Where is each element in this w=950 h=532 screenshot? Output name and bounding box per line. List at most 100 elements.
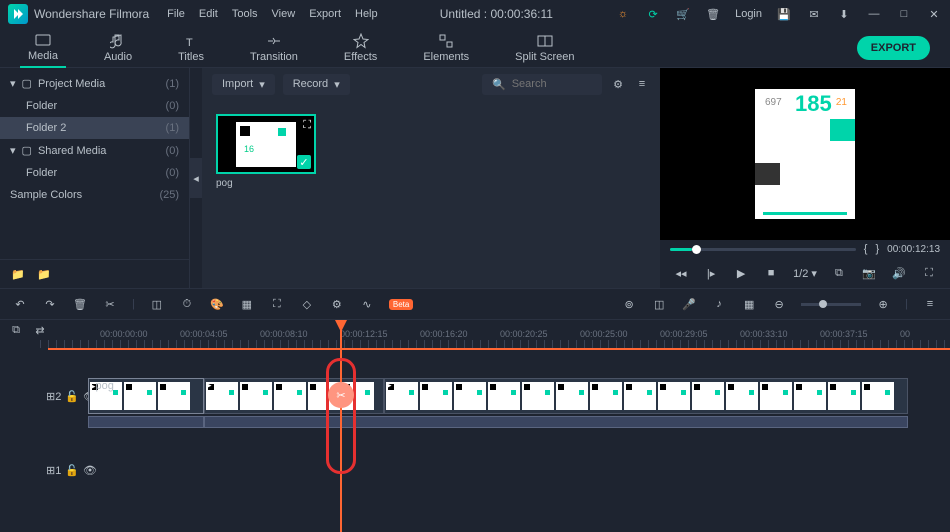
lock-icon[interactable]: 🔓	[65, 388, 79, 404]
chevron-down-icon: ▾	[259, 78, 265, 91]
greenscreen-icon[interactable]: ▦	[239, 296, 255, 312]
music-icon[interactable]: ♪	[711, 296, 727, 312]
media-clip[interactable]: 16 ⛶ ✓ pog	[216, 114, 316, 189]
tab-transition[interactable]: Transition	[242, 29, 306, 67]
media-sidebar: ▾▢Project Media(1) Folder(0) Folder 2(1)…	[0, 68, 190, 288]
step-back-icon[interactable]: |▸	[703, 265, 719, 281]
search-box[interactable]: 🔍	[482, 74, 602, 95]
color-icon[interactable]: 🎨	[209, 296, 225, 312]
zoom-slider[interactable]	[801, 303, 861, 306]
new-folder-icon[interactable]: 📁	[10, 266, 26, 282]
preview-timecode: 00:00:12:13	[887, 244, 940, 255]
menu-tools[interactable]: Tools	[232, 8, 258, 20]
menu-file[interactable]: File	[167, 8, 185, 20]
timeline-clip[interactable]: ▸	[384, 378, 908, 414]
tree-folder[interactable]: Folder(0)	[0, 95, 189, 117]
lock-icon[interactable]: 🔓	[65, 462, 79, 478]
export-button[interactable]: EXPORT	[857, 36, 930, 60]
chevron-down-icon: ▾	[10, 144, 16, 157]
track-settings-icon[interactable]: ≡	[922, 296, 938, 312]
filter-icon[interactable]: ⚙	[610, 76, 626, 92]
trash-icon[interactable]: 🗑	[705, 6, 721, 22]
track-spacer	[40, 350, 950, 376]
tab-split-screen[interactable]: Split Screen	[507, 29, 582, 67]
display-icon[interactable]: ⧉	[831, 265, 847, 281]
login-button[interactable]: Login	[735, 8, 762, 20]
cart-icon[interactable]: 🛒	[675, 6, 691, 22]
preview-canvas[interactable]: 697 185 21	[660, 68, 950, 240]
tab-media[interactable]: Media	[20, 28, 66, 68]
timeline[interactable]: ⧉ ⇄ 00:00:00:00 00:00:04:05 00:00:08:10 …	[0, 320, 950, 532]
prev-frame-icon[interactable]: ◂◂	[673, 265, 689, 281]
tree-folder-2[interactable]: Folder 2(1)	[0, 117, 189, 139]
media-panel: Import▾ Record▾ 🔍 ⚙ ≡ 16 ⛶ ✓ pog	[202, 68, 660, 288]
download-icon[interactable]: ⬇	[836, 6, 852, 22]
tree-shared-media[interactable]: ▾▢Shared Media(0)	[0, 139, 189, 162]
tab-audio[interactable]: Audio	[96, 29, 140, 67]
adjust-icon[interactable]: ⚙	[329, 296, 345, 312]
mixer-icon[interactable]: ⊚	[621, 296, 637, 312]
preview-scrubber[interactable]: { } 00:00:12:13	[660, 240, 950, 258]
search-icon: 🔍	[492, 78, 506, 91]
snapshot-icon[interactable]: 📷	[861, 265, 877, 281]
video-track-2[interactable]: ⊞2🔓👁 ▸pog ▸ ▸	[40, 378, 950, 414]
playback-speed[interactable]: 1/2 ▾	[793, 267, 817, 280]
module-tabs: Media Audio TTitles Transition Effects E…	[0, 28, 950, 68]
menu-help[interactable]: Help	[355, 8, 378, 20]
new-folder-plus-icon[interactable]: 📁	[36, 266, 52, 282]
eye-icon[interactable]: 👁	[83, 462, 97, 478]
minimize-icon[interactable]: —	[866, 6, 882, 22]
view-mode-icon[interactable]: ≡	[634, 76, 650, 92]
audio-track-inline[interactable]	[40, 416, 950, 430]
voiceover-icon[interactable]: 🎤	[681, 296, 697, 312]
marker-icon[interactable]: ◫	[651, 296, 667, 312]
link-icon[interactable]: ⇄	[32, 322, 48, 338]
sidebar-collapse-handle[interactable]: ◂	[190, 158, 202, 198]
play-icon[interactable]: ▶	[733, 265, 749, 281]
zoom-out-icon[interactable]: ⊖	[771, 296, 787, 312]
audio-wave-icon[interactable]: ∿	[359, 296, 375, 312]
stop-icon[interactable]: ■	[763, 265, 779, 281]
redo-icon[interactable]: ↷	[42, 296, 58, 312]
fit-icon[interactable]: ⛶	[269, 296, 285, 312]
record-dropdown[interactable]: Record▾	[283, 74, 350, 95]
menu-export[interactable]: Export	[309, 8, 341, 20]
app-name: Wondershare Filmora	[34, 7, 149, 21]
sun-icon[interactable]: ☼	[615, 6, 631, 22]
video-track-1[interactable]: ⊞1🔓👁	[40, 460, 950, 480]
zoom-in-icon[interactable]: ⊕	[875, 296, 891, 312]
document-title: Untitled : 00:00:36:11	[384, 7, 609, 21]
playhead[interactable]	[340, 320, 342, 532]
tab-effects[interactable]: Effects	[336, 29, 385, 67]
cut-icon[interactable]: ✂	[102, 296, 118, 312]
tree-sample-colors[interactable]: Sample Colors(25)	[0, 184, 189, 206]
keyframe-icon[interactable]: ◇	[299, 296, 315, 312]
search-input[interactable]	[512, 78, 582, 90]
mail-icon[interactable]: ✉	[806, 6, 822, 22]
undo-icon[interactable]: ↶	[12, 296, 28, 312]
magnet-icon[interactable]: ⧉	[8, 322, 24, 338]
menu-view[interactable]: View	[272, 8, 296, 20]
close-icon[interactable]: ✕	[926, 6, 942, 22]
tree-shared-folder[interactable]: Folder(0)	[0, 162, 189, 184]
refresh-icon[interactable]: ⟳	[645, 6, 661, 22]
timeline-clip[interactable]: ▸pog	[88, 378, 204, 414]
fullscreen-icon[interactable]: ⛶	[921, 265, 937, 281]
maximize-icon[interactable]: □	[896, 6, 912, 22]
import-dropdown[interactable]: Import▾	[212, 74, 275, 95]
timeline-clip[interactable]: ▸	[204, 378, 384, 414]
volume-icon[interactable]: 🔊	[891, 265, 907, 281]
check-icon: ✓	[297, 155, 311, 169]
delete-icon[interactable]: 🗑	[72, 296, 88, 312]
tree-project-media[interactable]: ▾▢Project Media(1)	[0, 72, 189, 95]
tab-titles[interactable]: TTitles	[170, 29, 212, 67]
speed-icon[interactable]: ⏱	[179, 296, 195, 312]
scissors-button[interactable]: ✂	[328, 382, 354, 408]
tab-elements[interactable]: Elements	[415, 29, 477, 67]
save-icon[interactable]: 💾	[776, 6, 792, 22]
clip-thumbnail[interactable]: 16 ⛶ ✓	[216, 114, 316, 174]
timeline-ruler[interactable]: ⧉ ⇄ 00:00:00:00 00:00:04:05 00:00:08:10 …	[0, 320, 950, 348]
render-icon[interactable]: ▦	[741, 296, 757, 312]
menu-edit[interactable]: Edit	[199, 8, 218, 20]
crop-icon[interactable]: ◫	[149, 296, 165, 312]
